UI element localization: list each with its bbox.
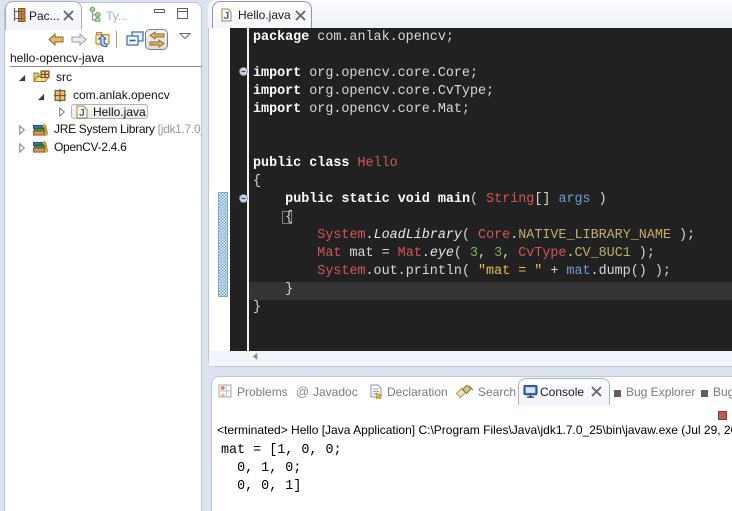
svg-text:J: J <box>223 10 229 22</box>
svg-text:J: J <box>79 107 85 119</box>
